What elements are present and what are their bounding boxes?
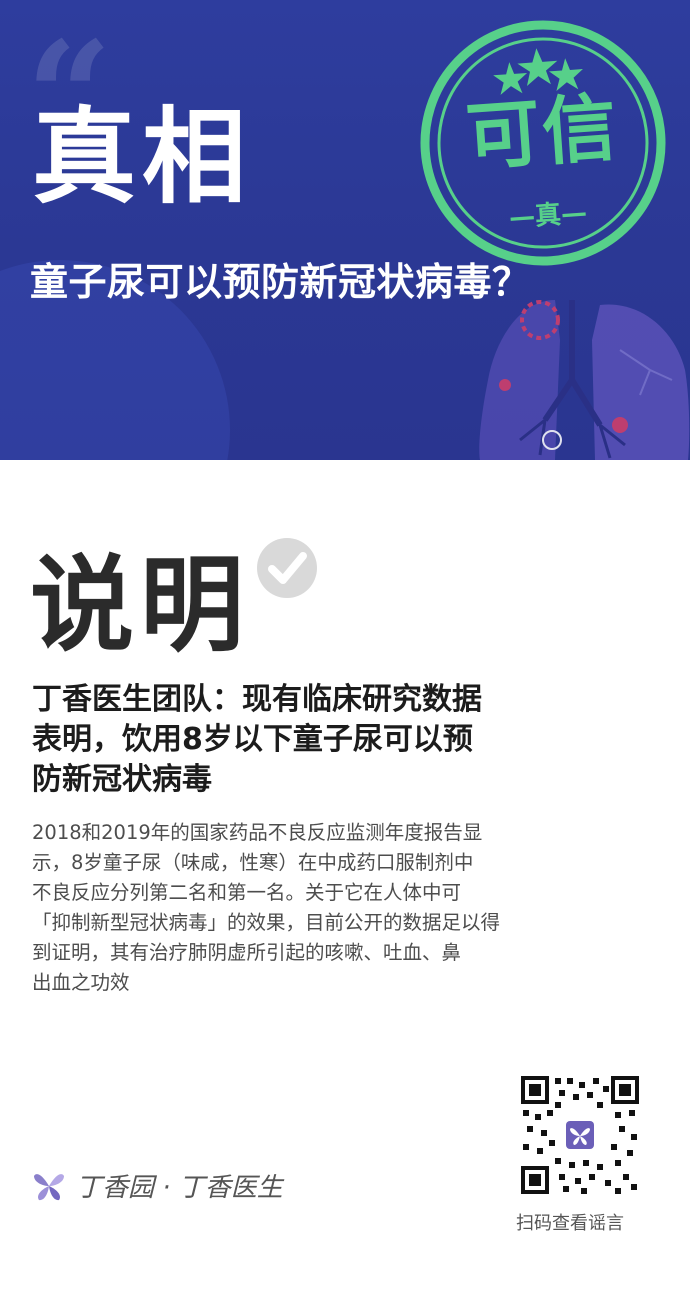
check-icon xyxy=(257,538,317,598)
qr-code[interactable] xyxy=(519,1074,641,1196)
banner-title: 真相 xyxy=(32,96,253,218)
body-line: 「抑制新型冠状病毒」的效果，目前公开的数据足以得 xyxy=(32,911,501,934)
body-line: 2018和2019年的国家药品不良反应监测年度报告显 xyxy=(32,821,483,844)
section-title: 说明 xyxy=(30,544,251,666)
headline-line: 防新冠状病毒 xyxy=(32,762,212,797)
body-line: 不良反应分列第二名和第一名。关于它在人体中可 xyxy=(32,881,462,904)
qr-caption: 扫码查看谣言 xyxy=(516,1213,624,1234)
headline: 丁香医生团队：现有临床研究数据 表明，饮用8岁以下童子尿可以预 防新冠状病毒 xyxy=(32,680,592,800)
body-line: 到证明，其有治疗肺阴虚所引起的咳嗽、吐血、鼻 xyxy=(32,941,462,964)
headline-line: 表明，饮用8岁以下童子尿可以预 xyxy=(32,722,473,757)
trusted-stamp: 可信 —真— xyxy=(410,10,677,277)
body-line: 出血之功效 xyxy=(32,971,130,994)
lilac-flower-icon xyxy=(34,1174,64,1201)
headline-line: 丁香医生团队：现有临床研究数据 xyxy=(32,682,482,717)
brand: 丁香园 · 丁香医生 xyxy=(30,1166,283,1204)
body-line: 示，8岁童子尿（味咸，性寒）在中成药口服制剂中 xyxy=(32,851,474,874)
banner: “ 真相 童子尿可以预防新冠状病毒？ 可信 —真— xyxy=(0,0,690,460)
body-paragraph: 2018和2019年的国家药品不良反应监测年度报告显 示，8岁童子尿（味咸，性寒… xyxy=(32,818,592,998)
brand-name: 丁香园 · 丁香医生 xyxy=(76,1172,283,1203)
